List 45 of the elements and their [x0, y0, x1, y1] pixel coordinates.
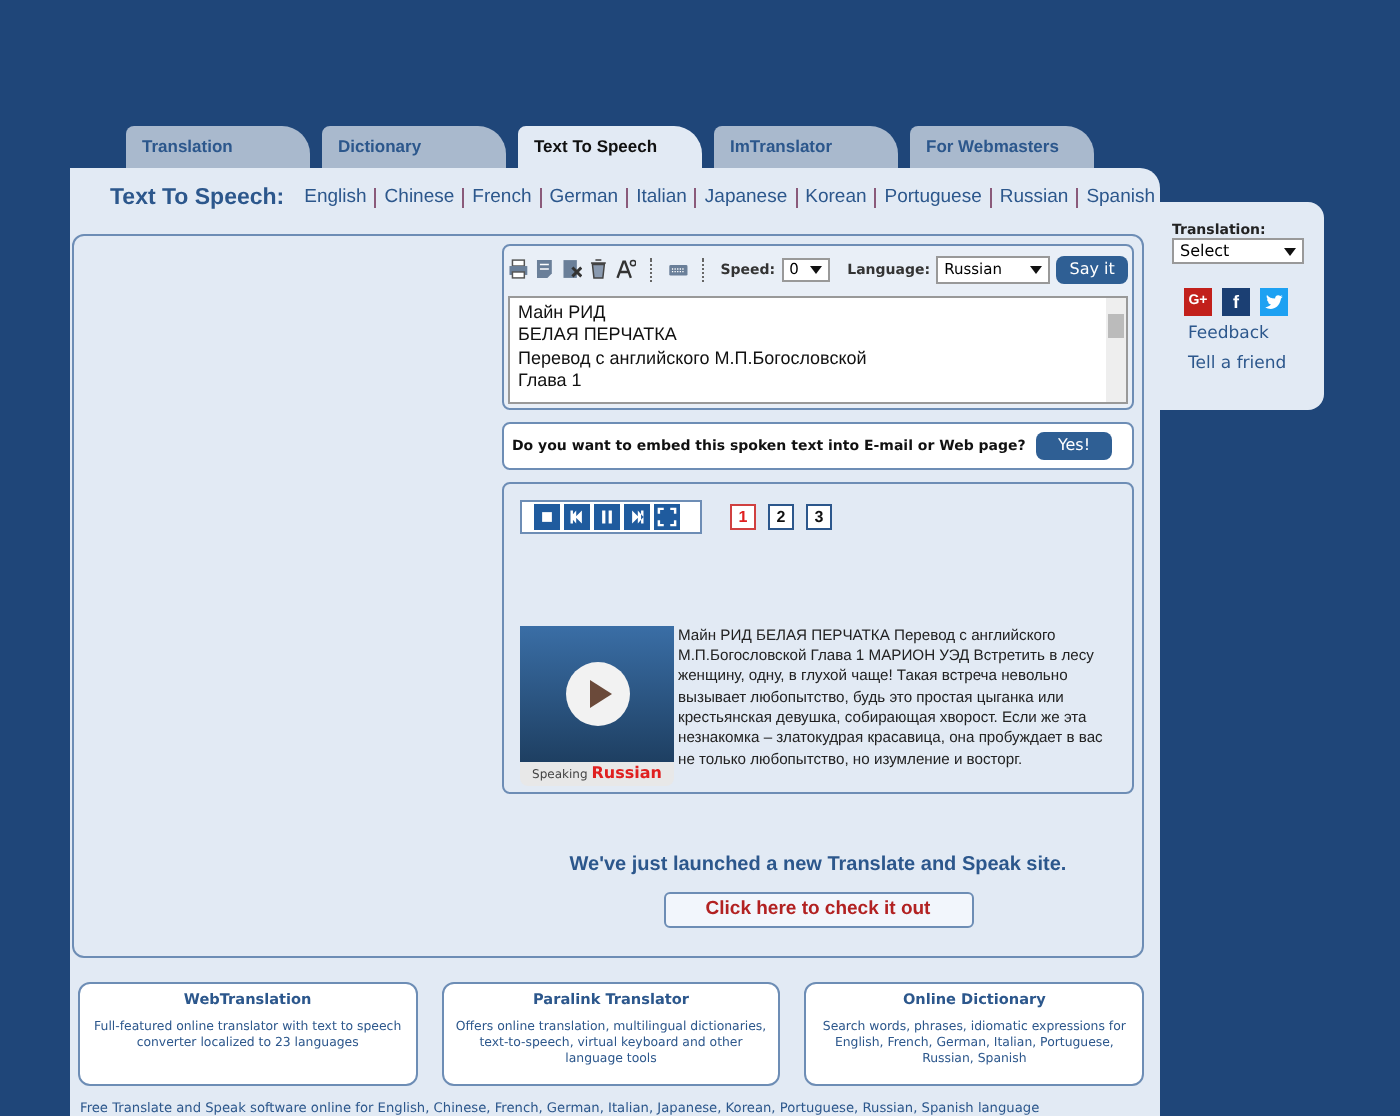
- language-link[interactable]: Japanese: [704, 186, 788, 209]
- document-icon[interactable]: [534, 258, 556, 281]
- clear-icon[interactable]: [561, 258, 583, 281]
- sidebar-link[interactable]: Tell a friend: [1188, 354, 1324, 374]
- fullscreen-icon[interactable]: [654, 503, 680, 530]
- video-language: Russian: [591, 763, 662, 782]
- font-size-icon[interactable]: [615, 258, 636, 281]
- language-link[interactable]: Chinese: [384, 186, 455, 209]
- play-icon[interactable]: [565, 661, 629, 726]
- language-link[interactable]: English: [304, 186, 367, 209]
- sidebar-link[interactable]: Feedback: [1188, 324, 1324, 344]
- text-input[interactable]: Майн РИД БЕЛАЯ ПЕРЧАТКА Перевод с английского М.П.Богословской Глава 1: [508, 295, 1128, 404]
- page-button[interactable]: 1: [730, 503, 756, 530]
- tab[interactable]: For Webmasters: [910, 126, 1094, 168]
- tab[interactable]: ImTranslator: [714, 126, 898, 168]
- translation-select[interactable]: Select: [1172, 238, 1304, 264]
- language-link[interactable]: Russian: [999, 186, 1069, 209]
- printer-icon[interactable]: [508, 258, 529, 281]
- language-link[interactable]: Spanish: [1086, 186, 1156, 209]
- language-link[interactable]: French: [472, 186, 532, 209]
- language-link[interactable]: Italian: [636, 186, 687, 209]
- check-it-out-button[interactable]: Click here to check it out: [663, 891, 973, 928]
- yes-button[interactable]: Yes!: [1036, 431, 1112, 460]
- caret-icon: [1284, 247, 1296, 255]
- pause-icon[interactable]: [594, 503, 620, 530]
- language-link[interactable]: German: [549, 186, 619, 209]
- bird-icon[interactable]: [1260, 288, 1288, 316]
- caret-icon: [809, 265, 822, 274]
- previous-icon[interactable]: [564, 503, 590, 530]
- say-it-button[interactable]: Say it: [1056, 255, 1129, 284]
- stop-icon[interactable]: [534, 503, 560, 530]
- tab[interactable]: Translation: [126, 126, 310, 168]
- promo-text: We've just launched a new Translate and Speak site.: [567, 853, 1069, 876]
- trash-icon[interactable]: [588, 258, 610, 281]
- scrollbar[interactable]: [1106, 297, 1126, 402]
- page-button[interactable]: 2: [768, 503, 794, 530]
- page-button[interactable]: 3: [806, 503, 832, 530]
- next-icon[interactable]: [624, 503, 650, 530]
- language-link[interactable]: Korean: [805, 186, 867, 209]
- caret-icon: [1030, 265, 1043, 274]
- tab[interactable]: Text To Speech: [518, 126, 702, 168]
- facebook-icon[interactable]: f: [1222, 288, 1250, 316]
- tab[interactable]: Dictionary: [322, 126, 506, 168]
- language-link[interactable]: Portuguese: [884, 186, 982, 209]
- section-heading: Text To Speech:: [110, 185, 285, 210]
